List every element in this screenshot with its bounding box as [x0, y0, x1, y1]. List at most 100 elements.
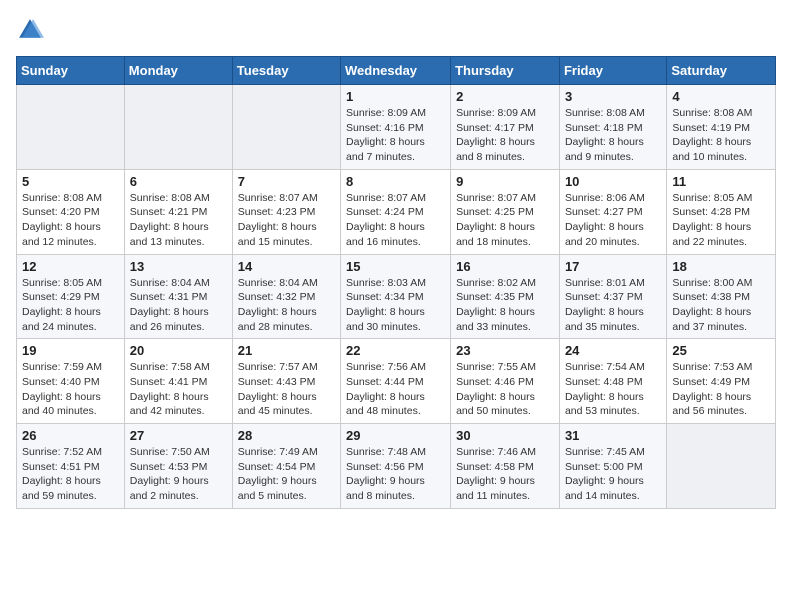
day-cell: 19 Sunrise: 7:59 AM Sunset: 4:40 PM Dayli…	[17, 339, 125, 424]
day-cell: 9 Sunrise: 8:07 AM Sunset: 4:25 PM Daylig…	[451, 169, 560, 254]
day-info: Sunrise: 8:09 AM Sunset: 4:16 PM Dayligh…	[346, 106, 445, 165]
day-cell: 26 Sunrise: 7:52 AM Sunset: 4:51 PM Dayli…	[17, 424, 125, 509]
day-number: 17	[565, 259, 661, 274]
day-number: 18	[672, 259, 770, 274]
day-number: 3	[565, 89, 661, 104]
day-cell: 4 Sunrise: 8:08 AM Sunset: 4:19 PM Daylig…	[667, 85, 776, 170]
day-cell	[232, 85, 340, 170]
day-cell: 14Sunrise: 8:04 AM Sunset: 4:32 PM Dayli…	[232, 254, 340, 339]
day-info: Sunrise: 8:03 AM Sunset: 4:34 PM Dayligh…	[346, 276, 445, 335]
day-cell: 8Sunrise: 8:07 AM Sunset: 4:24 PM Daylig…	[341, 169, 451, 254]
day-cell: 22Sunrise: 7:56 AM Sunset: 4:44 PM Dayli…	[341, 339, 451, 424]
day-info: Sunrise: 7:58 AM Sunset: 4:41 PM Dayligh…	[130, 360, 227, 419]
day-info: Sunrise: 8:07 AM Sunset: 4:24 PM Dayligh…	[346, 191, 445, 250]
week-row-2: 5 Sunrise: 8:08 AM Sunset: 4:20 PM Daylig…	[17, 169, 776, 254]
logo-icon	[16, 16, 44, 44]
day-cell: 1Sunrise: 8:09 AM Sunset: 4:16 PM Daylig…	[341, 85, 451, 170]
day-number: 16	[456, 259, 554, 274]
day-number: 5	[22, 174, 119, 189]
day-info: Sunrise: 7:52 AM Sunset: 4:51 PM Dayligh…	[22, 445, 119, 504]
col-header-sunday: Sunday	[17, 57, 125, 85]
day-cell: 15 Sunrise: 8:03 AM Sunset: 4:34 PM Dayli…	[341, 254, 451, 339]
day-info: Sunrise: 8:07 AM Sunset: 4:23 PM Dayligh…	[238, 191, 335, 250]
day-number: 21	[238, 343, 335, 358]
day-number: 13	[130, 259, 227, 274]
day-number: 30	[456, 428, 554, 443]
day-info: Sunrise: 7:57 AM Sunset: 4:43 PM Dayligh…	[238, 360, 335, 419]
day-number: 6	[130, 174, 227, 189]
day-cell	[124, 85, 232, 170]
day-info: Sunrise: 7:48 AM Sunset: 4:56 PM Dayligh…	[346, 445, 445, 504]
week-row-4: 19 Sunrise: 7:59 AM Sunset: 4:40 PM Dayli…	[17, 339, 776, 424]
day-info: Sunrise: 7:55 AM Sunset: 4:46 PM Dayligh…	[456, 360, 554, 419]
week-row-5: 26 Sunrise: 7:52 AM Sunset: 4:51 PM Dayli…	[17, 424, 776, 509]
col-header-friday: Friday	[559, 57, 666, 85]
day-cell: 7 Sunrise: 8:07 AM Sunset: 4:23 PM Daylig…	[232, 169, 340, 254]
day-info: Sunrise: 7:49 AM Sunset: 4:54 PM Dayligh…	[238, 445, 335, 504]
day-info: Sunrise: 7:59 AM Sunset: 4:40 PM Dayligh…	[22, 360, 119, 419]
day-cell: 23Sunrise: 7:55 AM Sunset: 4:46 PM Dayli…	[451, 339, 560, 424]
day-number: 11	[672, 174, 770, 189]
day-number: 7	[238, 174, 335, 189]
day-info: Sunrise: 8:08 AM Sunset: 4:18 PM Dayligh…	[565, 106, 661, 165]
day-cell	[17, 85, 125, 170]
day-cell: 12 Sunrise: 8:05 AM Sunset: 4:29 PM Dayli…	[17, 254, 125, 339]
day-cell: 24 Sunrise: 7:54 AM Sunset: 4:48 PM Dayli…	[559, 339, 666, 424]
day-number: 28	[238, 428, 335, 443]
day-number: 4	[672, 89, 770, 104]
logo	[16, 16, 48, 44]
day-info: Sunrise: 7:50 AM Sunset: 4:53 PM Dayligh…	[130, 445, 227, 504]
day-cell: 31Sunrise: 7:45 AM Sunset: 5:00 PM Dayli…	[559, 424, 666, 509]
col-header-monday: Monday	[124, 57, 232, 85]
col-header-tuesday: Tuesday	[232, 57, 340, 85]
day-number: 10	[565, 174, 661, 189]
day-info: Sunrise: 8:04 AM Sunset: 4:31 PM Dayligh…	[130, 276, 227, 335]
day-info: Sunrise: 8:07 AM Sunset: 4:25 PM Dayligh…	[456, 191, 554, 250]
day-number: 20	[130, 343, 227, 358]
day-info: Sunrise: 8:01 AM Sunset: 4:37 PM Dayligh…	[565, 276, 661, 335]
day-cell: 30Sunrise: 7:46 AM Sunset: 4:58 PM Dayli…	[451, 424, 560, 509]
day-info: Sunrise: 8:08 AM Sunset: 4:21 PM Dayligh…	[130, 191, 227, 250]
day-number: 22	[346, 343, 445, 358]
day-number: 31	[565, 428, 661, 443]
day-info: Sunrise: 8:08 AM Sunset: 4:20 PM Dayligh…	[22, 191, 119, 250]
day-cell: 10 Sunrise: 8:06 AM Sunset: 4:27 PM Dayli…	[559, 169, 666, 254]
day-cell: 29Sunrise: 7:48 AM Sunset: 4:56 PM Dayli…	[341, 424, 451, 509]
day-cell: 11 Sunrise: 8:05 AM Sunset: 4:28 PM Dayli…	[667, 169, 776, 254]
day-info: Sunrise: 8:09 AM Sunset: 4:17 PM Dayligh…	[456, 106, 554, 165]
day-info: Sunrise: 7:54 AM Sunset: 4:48 PM Dayligh…	[565, 360, 661, 419]
day-number: 26	[22, 428, 119, 443]
day-cell: 18Sunrise: 8:00 AM Sunset: 4:38 PM Dayli…	[667, 254, 776, 339]
day-number: 9	[456, 174, 554, 189]
day-info: Sunrise: 8:02 AM Sunset: 4:35 PM Dayligh…	[456, 276, 554, 335]
day-cell	[667, 424, 776, 509]
day-cell: 28 Sunrise: 7:49 AM Sunset: 4:54 PM Dayli…	[232, 424, 340, 509]
day-number: 2	[456, 89, 554, 104]
day-number: 19	[22, 343, 119, 358]
day-cell: 16 Sunrise: 8:02 AM Sunset: 4:35 PM Dayli…	[451, 254, 560, 339]
col-header-wednesday: Wednesday	[341, 57, 451, 85]
day-number: 12	[22, 259, 119, 274]
week-row-1: 1Sunrise: 8:09 AM Sunset: 4:16 PM Daylig…	[17, 85, 776, 170]
day-cell: 17 Sunrise: 8:01 AM Sunset: 4:37 PM Dayli…	[559, 254, 666, 339]
day-info: Sunrise: 8:08 AM Sunset: 4:19 PM Dayligh…	[672, 106, 770, 165]
col-header-thursday: Thursday	[451, 57, 560, 85]
day-info: Sunrise: 7:53 AM Sunset: 4:49 PM Dayligh…	[672, 360, 770, 419]
col-header-saturday: Saturday	[667, 57, 776, 85]
day-info: Sunrise: 8:05 AM Sunset: 4:28 PM Dayligh…	[672, 191, 770, 250]
day-info: Sunrise: 8:05 AM Sunset: 4:29 PM Dayligh…	[22, 276, 119, 335]
day-cell: 2 Sunrise: 8:09 AM Sunset: 4:17 PM Daylig…	[451, 85, 560, 170]
day-cell: 3 Sunrise: 8:08 AM Sunset: 4:18 PM Daylig…	[559, 85, 666, 170]
week-row-3: 12 Sunrise: 8:05 AM Sunset: 4:29 PM Dayli…	[17, 254, 776, 339]
day-cell: 21 Sunrise: 7:57 AM Sunset: 4:43 PM Dayli…	[232, 339, 340, 424]
day-info: Sunrise: 8:04 AM Sunset: 4:32 PM Dayligh…	[238, 276, 335, 335]
day-info: Sunrise: 8:06 AM Sunset: 4:27 PM Dayligh…	[565, 191, 661, 250]
day-cell: 25 Sunrise: 7:53 AM Sunset: 4:49 PM Dayli…	[667, 339, 776, 424]
day-number: 15	[346, 259, 445, 274]
page-header	[16, 16, 776, 44]
day-cell: 5 Sunrise: 8:08 AM Sunset: 4:20 PM Daylig…	[17, 169, 125, 254]
day-cell: 6 Sunrise: 8:08 AM Sunset: 4:21 PM Daylig…	[124, 169, 232, 254]
day-number: 24	[565, 343, 661, 358]
day-number: 25	[672, 343, 770, 358]
day-cell: 20 Sunrise: 7:58 AM Sunset: 4:41 PM Dayli…	[124, 339, 232, 424]
